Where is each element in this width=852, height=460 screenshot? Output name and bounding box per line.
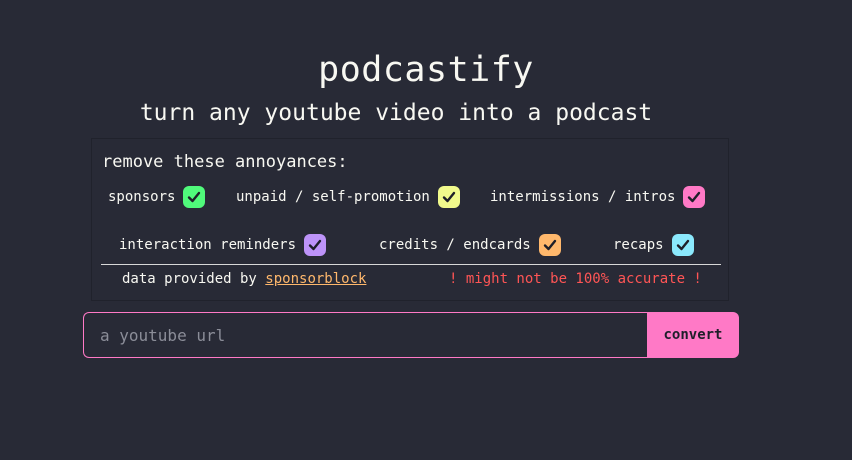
option-recaps[interactable]: recaps <box>613 232 694 258</box>
options-heading: remove these annoyances: <box>102 152 348 172</box>
credit-prefix: data provided by <box>122 271 266 287</box>
youtube-url-input[interactable] <box>83 312 647 358</box>
check-icon <box>188 191 201 203</box>
page-subtitle: turn any youtube video into a podcast <box>139 100 653 126</box>
checkbox-credits-endcards[interactable] <box>538 234 561 256</box>
check-icon <box>676 239 689 251</box>
checkbox-intermissions[interactable] <box>683 186 706 208</box>
option-intermissions[interactable]: intermissions / intros <box>490 184 706 210</box>
option-self-promotion[interactable]: unpaid / self-promotion <box>236 184 460 210</box>
page: podcastify turn any youtube video into a… <box>0 0 852 460</box>
accuracy-warning: ! might not be 100% accurate ! <box>449 271 702 287</box>
checkbox-self-promotion[interactable] <box>437 186 460 208</box>
options-panel: remove these annoyances: sponsors unpaid… <box>91 138 729 301</box>
check-icon <box>543 239 556 251</box>
page-title: podcastify <box>318 50 534 90</box>
option-credits-endcards[interactable]: credits / endcards <box>379 232 561 258</box>
checkbox-interaction-reminders[interactable] <box>304 234 327 256</box>
option-sponsors[interactable]: sponsors <box>108 184 206 210</box>
convert-button[interactable]: convert <box>647 312 739 358</box>
check-icon <box>308 239 322 251</box>
option-label: credits / endcards <box>379 237 531 253</box>
checkbox-sponsors[interactable] <box>183 186 206 208</box>
divider <box>101 264 721 265</box>
option-label: recaps <box>613 237 664 253</box>
checkbox-recaps[interactable] <box>671 234 694 256</box>
option-label: interaction reminders <box>119 237 297 253</box>
url-form: convert <box>83 312 739 358</box>
data-credit: data provided by sponsorblock <box>122 269 366 289</box>
sponsorblock-link[interactable]: sponsorblock <box>265 271 366 287</box>
option-interaction-reminders[interactable]: interaction reminders <box>119 232 327 258</box>
option-label: intermissions / intros <box>490 189 676 205</box>
option-label: sponsors <box>108 189 176 205</box>
check-icon <box>688 191 701 203</box>
check-icon <box>442 191 456 203</box>
option-label: unpaid / self-promotion <box>236 189 430 205</box>
